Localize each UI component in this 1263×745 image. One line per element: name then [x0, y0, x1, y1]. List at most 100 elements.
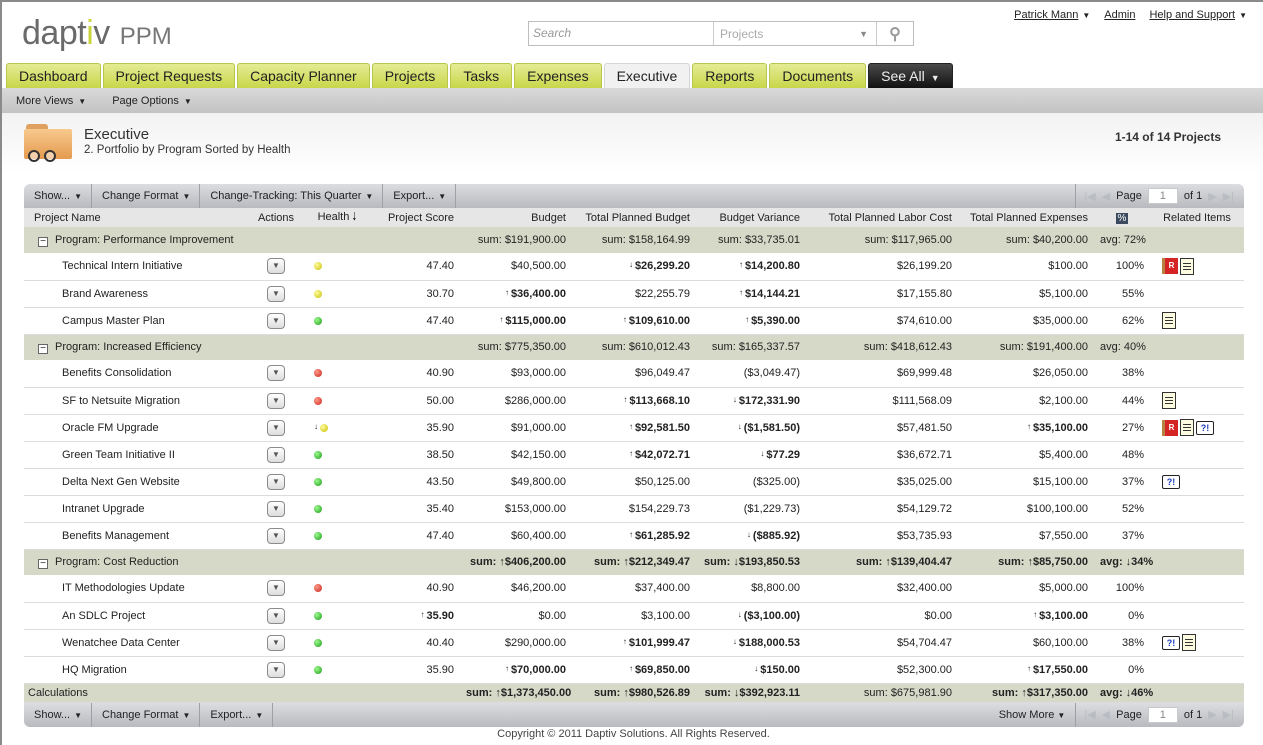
export-menu[interactable]: Export... ▼ [383, 184, 457, 208]
collapse-icon[interactable]: − [38, 343, 48, 354]
col-project-score[interactable]: Project Score [368, 208, 460, 227]
user-menu[interactable]: Patrick Mann ▼ [1014, 9, 1090, 21]
project-row[interactable]: HQ Migration ▼ 35.90 ↑ $70,000.00 ↑ $69,850.00… [24, 656, 1244, 684]
issue-note-icon[interactable]: ?! [1162, 635, 1180, 650]
col-budget[interactable]: Budget [460, 208, 572, 227]
actions-dropdown-button[interactable]: ▼ [267, 392, 285, 409]
search-input[interactable]: Search [529, 22, 714, 45]
actions-dropdown-button[interactable]: ▼ [267, 419, 285, 436]
col-related-items[interactable]: Related Items [1150, 208, 1244, 227]
change-format-menu-bottom[interactable]: Change Format ▼ [92, 702, 201, 727]
project-name[interactable]: Wenatchee Data Center [24, 629, 246, 657]
page-options-menu[interactable]: Page Options ▼ [112, 95, 192, 107]
page-number-input[interactable]: 1 [1147, 706, 1178, 723]
project-name[interactable]: Oracle FM Upgrade [24, 414, 246, 442]
next-page-icon[interactable]: ▶ [1208, 190, 1216, 203]
tab-executive[interactable]: Executive [603, 63, 691, 88]
prev-page-icon[interactable]: ◀ [1102, 190, 1110, 203]
project-name[interactable]: Benefits Consolidation [24, 360, 246, 388]
tab-tasks[interactable]: Tasks [450, 63, 513, 88]
actions-dropdown-button[interactable]: ▼ [267, 527, 285, 544]
actions-dropdown-button[interactable]: ▼ [267, 607, 285, 624]
project-row[interactable]: SF to Netsuite Migration ▼ 50.00 $286,000.0… [24, 387, 1244, 415]
document-icon[interactable] [1180, 419, 1194, 436]
issue-note-icon[interactable]: ?! [1162, 474, 1180, 489]
more-views-menu[interactable]: More Views ▼ [16, 95, 86, 107]
project-row[interactable]: Green Team Initiative II ▼ 38.50 $42,150.00… [24, 441, 1244, 469]
actions-dropdown-button[interactable]: ▼ [267, 473, 285, 490]
search-button[interactable]: ⚲ [877, 24, 913, 44]
col-health[interactable]: Health 🠓 [306, 208, 368, 227]
page-number-input[interactable]: 1 [1147, 188, 1178, 204]
project-row[interactable]: Wenatchee Data Center ▼ 40.40 $290,000.00 ↑ $… [24, 629, 1244, 657]
tab-project-requests[interactable]: Project Requests [102, 63, 236, 88]
actions-dropdown-button[interactable]: ▼ [267, 580, 285, 597]
risk-flag-icon[interactable]: R [1162, 419, 1178, 436]
project-row[interactable]: Technical Intern Initiative ▼ 47.40 $40,500… [24, 253, 1244, 281]
project-row[interactable]: Benefits Management ▼ 47.40 $60,400.00 ↑ $61,… [24, 522, 1244, 550]
first-page-icon[interactable]: |◀ [1084, 190, 1095, 203]
project-name[interactable]: HQ Migration [24, 656, 246, 684]
last-page-icon[interactable]: ▶| [1223, 708, 1234, 721]
actions-dropdown-button[interactable]: ▼ [267, 661, 285, 678]
daptiv-logo[interactable]: daptiv PPM [22, 14, 172, 53]
project-name[interactable]: SF to Netsuite Migration [24, 387, 246, 415]
project-row[interactable]: IT Methodologies Update ▼ 40.90 $46,200.00 $… [24, 575, 1244, 603]
change-format-menu[interactable]: Change Format ▼ [92, 184, 201, 208]
project-row[interactable]: Brand Awareness ▼ 30.70 ↑ $36,400.00 $22,255.… [24, 280, 1244, 308]
risk-flag-icon[interactable]: R [1162, 258, 1178, 275]
col-project-name[interactable]: Project Name [24, 208, 246, 227]
first-page-icon[interactable]: |◀ [1084, 708, 1095, 721]
collapse-icon[interactable]: − [38, 558, 48, 569]
tab-projects[interactable]: Projects [371, 63, 449, 88]
search-scope-select[interactable]: Projects ▼ [714, 22, 877, 45]
last-page-icon[interactable]: ▶| [1223, 190, 1234, 203]
issue-note-icon[interactable]: ?! [1196, 420, 1214, 435]
actions-dropdown-button[interactable]: ▼ [267, 285, 285, 302]
project-name[interactable]: Intranet Upgrade [24, 495, 246, 523]
actions-dropdown-button[interactable]: ▼ [267, 312, 285, 329]
project-name[interactable]: Delta Next Gen Website [24, 468, 246, 496]
document-icon[interactable] [1162, 392, 1176, 409]
col-budget-variance[interactable]: Budget Variance [696, 208, 806, 227]
project-name[interactable]: Campus Master Plan [24, 307, 246, 335]
tab-reports[interactable]: Reports [692, 63, 768, 88]
help-menu[interactable]: Help and Support ▼ [1149, 9, 1247, 21]
project-name[interactable]: An SDLC Project [24, 602, 246, 630]
document-icon[interactable] [1162, 312, 1176, 329]
export-menu-bottom[interactable]: Export... ▼ [200, 702, 274, 727]
project-row[interactable]: Campus Master Plan ▼ 47.40 ↑ $115,000.00 ↑ $10… [24, 307, 1244, 335]
document-icon[interactable] [1182, 634, 1196, 651]
show-more-menu[interactable]: Show More ▼ [999, 709, 1076, 721]
next-page-icon[interactable]: ▶ [1208, 708, 1216, 721]
actions-dropdown-button[interactable]: ▼ [267, 634, 285, 651]
tab-documents[interactable]: Documents [769, 63, 867, 88]
project-row[interactable]: Oracle FM Upgrade ▼ ↓ 35.90 $91,000.00 ↑ $92,5… [24, 414, 1244, 442]
prev-page-icon[interactable]: ◀ [1102, 708, 1110, 721]
actions-dropdown-button[interactable]: ▼ [267, 446, 285, 463]
document-icon[interactable] [1180, 257, 1194, 275]
show-menu-bottom[interactable]: Show... ▼ [24, 702, 92, 727]
show-menu[interactable]: Show... ▼ [24, 184, 92, 208]
project-name[interactable]: Brand Awareness [24, 280, 246, 308]
project-name[interactable]: Green Team Initiative II [24, 441, 246, 469]
project-row[interactable]: Intranet Upgrade ▼ 35.40 $153,000.00 $154,22… [24, 495, 1244, 523]
tab-expenses[interactable]: Expenses [514, 63, 602, 88]
project-name[interactable]: Technical Intern Initiative [24, 253, 246, 281]
project-name[interactable]: Benefits Management [24, 522, 246, 550]
project-row[interactable]: Delta Next Gen Website ▼ 43.50 $49,800.00 $5… [24, 468, 1244, 496]
tab-see-all[interactable]: See All ▼ [868, 63, 953, 88]
actions-dropdown-button[interactable]: ▼ [267, 365, 285, 382]
project-row[interactable]: An SDLC Project ▼ ↑ 35.90 $0.00 $3,100.00 ↓ ($3… [24, 602, 1244, 630]
change-tracking-menu[interactable]: Change-Tracking: This Quarter ▼ [200, 184, 384, 208]
project-row[interactable]: Benefits Consolidation ▼ 40.90 $93,000.00 $9… [24, 360, 1244, 388]
tab-dashboard[interactable]: Dashboard [6, 63, 101, 88]
tab-capacity-planner[interactable]: Capacity Planner [237, 63, 370, 88]
col-total-planned-budget[interactable]: Total Planned Budget [572, 208, 696, 227]
col-percent[interactable]: % [1094, 208, 1150, 227]
project-name[interactable]: IT Methodologies Update [24, 575, 246, 603]
collapse-icon[interactable]: − [38, 236, 48, 247]
col-total-planned-expenses[interactable]: Total Planned Expenses [958, 208, 1094, 227]
actions-dropdown-button[interactable]: ▼ [267, 258, 285, 275]
actions-dropdown-button[interactable]: ▼ [267, 500, 285, 517]
